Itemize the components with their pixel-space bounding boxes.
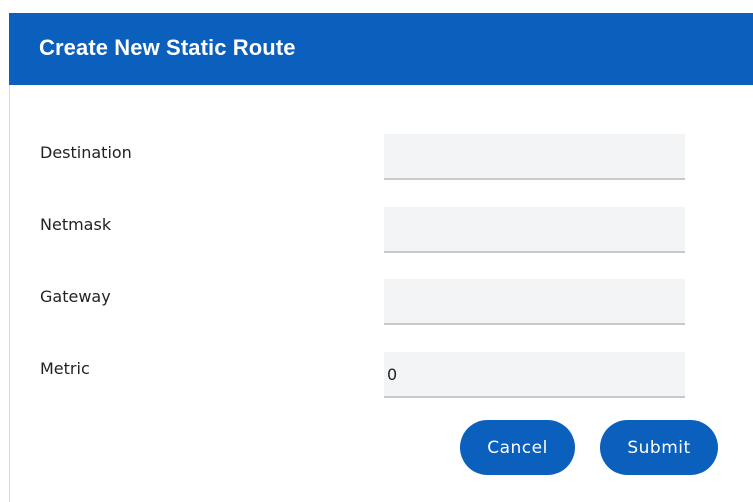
destination-input[interactable] <box>384 134 685 180</box>
create-static-route-dialog: Create New Static Route Destination Netm… <box>0 0 753 502</box>
netmask-input[interactable] <box>384 207 685 253</box>
metric-label: Metric <box>40 359 90 378</box>
gateway-label: Gateway <box>40 287 111 306</box>
dialog-header: Create New Static Route <box>9 13 753 85</box>
netmask-label: Netmask <box>40 215 112 234</box>
cancel-button[interactable]: Cancel <box>460 420 575 475</box>
submit-button[interactable]: Submit <box>600 420 718 475</box>
gateway-input[interactable] <box>384 279 685 325</box>
destination-label: Destination <box>40 143 132 162</box>
dialog-left-border <box>9 85 10 502</box>
top-strip <box>0 0 753 13</box>
metric-input[interactable] <box>384 352 685 398</box>
dialog-title: Create New Static Route <box>39 35 296 60</box>
